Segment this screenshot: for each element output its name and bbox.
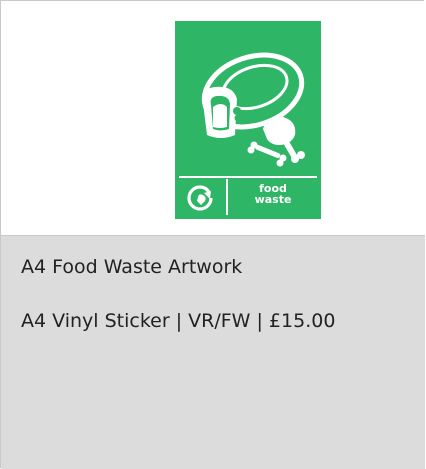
product-info: A4 Food Waste Artwork A4 Vinyl Sticker |… — [1, 235, 425, 469]
poster-divider — [179, 176, 317, 178]
product-meta: A4 Vinyl Sticker | VR/FW | £15.00 — [21, 310, 336, 332]
poster-label: food waste — [229, 183, 317, 215]
product-image-area[interactable]: food waste — [1, 1, 425, 235]
food-waste-poster[interactable]: food waste — [175, 21, 321, 219]
product-card[interactable]: food waste A4 Food Waste Artwork A4 Viny… — [0, 0, 425, 469]
recycle-icon — [187, 185, 213, 211]
product-title[interactable]: A4 Food Waste Artwork — [21, 256, 242, 278]
poster-label-line2: waste — [254, 193, 292, 206]
poster-divider-vertical — [226, 179, 228, 215]
